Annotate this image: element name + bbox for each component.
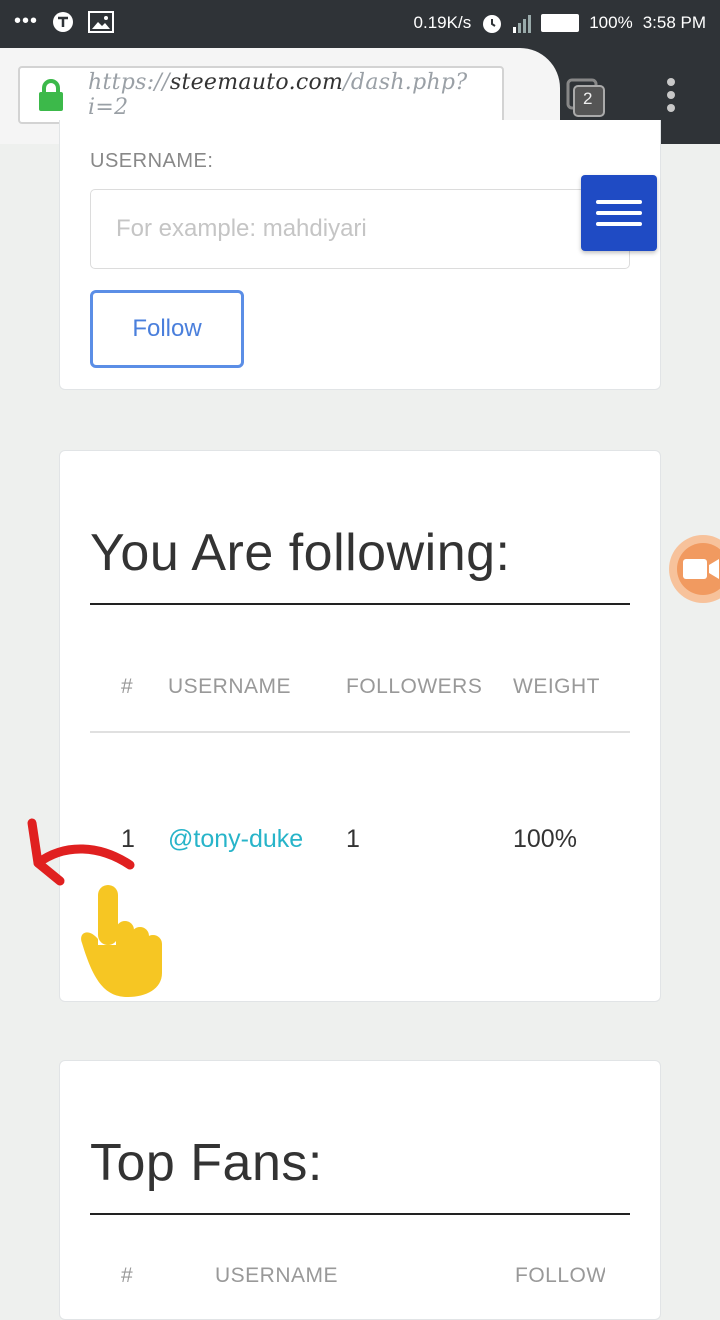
screen-recorder-bubble[interactable]	[669, 535, 720, 603]
col-header-username: USERNAME	[168, 675, 292, 698]
lock-icon	[36, 78, 66, 112]
overflow-menu-icon[interactable]	[666, 78, 676, 118]
image-icon	[88, 10, 115, 33]
more-icon: •••	[14, 10, 39, 32]
alarm-icon	[483, 15, 502, 33]
signal-icon	[513, 13, 532, 33]
tab-count: 2	[583, 89, 593, 108]
clock: 3:58 PM	[642, 13, 706, 32]
top-fans-card: Top Fans: # USERNAME FOLLOWERS	[59, 1060, 661, 1320]
follow-form-card: USERNAME: Follow	[59, 120, 661, 390]
row-username-link[interactable]: @tony-duke	[168, 825, 303, 854]
annotation-arrow-icon	[27, 818, 135, 886]
row-followers: 1	[346, 825, 360, 853]
net-speed: 0.19K/s	[413, 13, 472, 32]
status-bar: ••• 0.19K/s 100% 3:58 PM	[0, 0, 720, 48]
header-divider	[90, 731, 630, 733]
top-fans-title: Top Fans:	[90, 1134, 323, 1192]
url-text: https://steemauto.com/dash.php?i=2	[88, 70, 468, 120]
status-right: 0.19K/s 100% 3:58 PM	[414, 12, 706, 34]
battery-icon	[541, 14, 580, 32]
hamburger-menu-icon[interactable]	[581, 175, 657, 251]
tab-switcher-button[interactable]: 2	[566, 78, 605, 117]
title-divider	[90, 603, 630, 605]
fans-col-header-followers: FOLLOWERS	[515, 1264, 605, 1287]
video-camera-icon	[683, 559, 719, 579]
row-weight: 100%	[513, 825, 577, 853]
col-header-num: #	[121, 675, 134, 698]
username-label: USERNAME:	[90, 150, 214, 172]
fans-col-header-username: USERNAME	[215, 1264, 339, 1287]
pointing-hand-icon	[81, 885, 162, 997]
top-fans-divider	[90, 1213, 630, 1215]
address-bar[interactable]: https://steemauto.com/dash.php?i=2	[18, 66, 504, 124]
status-left: •••	[14, 10, 115, 33]
username-input[interactable]	[90, 189, 630, 269]
following-title: You Are following:	[90, 524, 511, 582]
fans-col-header-num: #	[121, 1264, 134, 1287]
vpn-icon	[53, 11, 74, 32]
col-header-weight: WEIGHT	[513, 675, 600, 698]
battery-level: 100%	[589, 13, 633, 32]
follow-button[interactable]: Follow	[90, 290, 244, 368]
col-header-followers: FOLLOWERS	[346, 675, 483, 698]
